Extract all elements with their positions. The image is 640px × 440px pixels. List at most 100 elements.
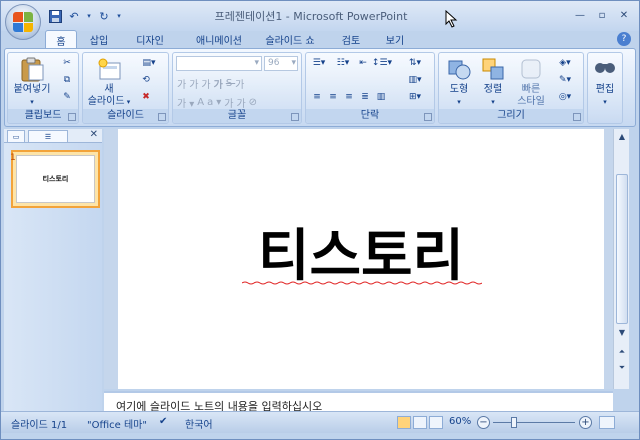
slide-sorter-icon[interactable]	[413, 416, 427, 429]
scroll-thumb[interactable]	[616, 174, 628, 324]
align-right-icon[interactable]: ≡	[342, 91, 356, 103]
format-painter-icon[interactable]: ✎	[60, 91, 74, 103]
shapes-button[interactable]: 도형 ▾	[443, 56, 475, 108]
layout-icon[interactable]: ▤▾	[139, 57, 159, 69]
clear-format-icon[interactable]: 가	[201, 76, 213, 91]
tab-review[interactable]: 검토	[333, 30, 369, 49]
office-button[interactable]	[5, 4, 41, 40]
help-icon[interactable]: ?	[617, 32, 631, 46]
zoom-in-icon[interactable]: +	[579, 416, 592, 429]
char-spacing-icon[interactable]: 가	[235, 76, 247, 91]
quick-styles-button[interactable]: 빠른 스타일	[511, 56, 551, 108]
smartart-icon[interactable]: ⊞▾	[406, 91, 424, 103]
next-slide-icon[interactable]: ⏷	[615, 361, 629, 375]
shape-outline-icon[interactable]: ✎▾	[555, 74, 575, 86]
bold-icon[interactable]: 가	[214, 76, 226, 91]
language[interactable]: 한국어	[185, 416, 213, 431]
tab-home[interactable]: 홈	[45, 30, 77, 49]
group-label-paragraph: 단락	[306, 109, 434, 123]
align-center-icon[interactable]: ≡	[326, 91, 340, 103]
zoom-slider-thumb[interactable]	[511, 417, 517, 428]
grow-font-icon[interactable]: 가	[177, 76, 189, 91]
font-launcher-icon[interactable]	[291, 113, 299, 121]
customize-qat-icon[interactable]: ▾	[115, 8, 123, 24]
pane-close-icon[interactable]: ✕	[90, 129, 98, 140]
editing-button[interactable]: 편집 ▾	[590, 56, 620, 108]
outline-tab-icon[interactable]: ☰	[28, 130, 68, 143]
undo-dropdown-icon[interactable]: ▾	[85, 8, 93, 24]
shape-fill-icon[interactable]: ◈▾	[555, 57, 575, 69]
tab-slideshow[interactable]: 슬라이드 쇼	[257, 30, 323, 49]
text-direction-icon[interactable]: ⇅▾	[406, 57, 424, 69]
redo-icon[interactable]: ↻	[96, 8, 112, 24]
group-label-slides: 슬라이드	[83, 109, 168, 123]
theme-name[interactable]: "Office 테마"	[87, 416, 147, 431]
slides-pane-tabs: ▭ ☰ ✕	[4, 129, 102, 143]
copy-icon[interactable]: ⧉	[60, 74, 74, 86]
scroll-down-icon[interactable]: ▼	[615, 325, 629, 339]
font-name-dropdown-icon[interactable]: ▾	[254, 57, 261, 70]
strike-icon[interactable]: S	[226, 78, 235, 89]
arrange-icon	[480, 56, 506, 82]
new-slide-dropdown-icon[interactable]: ▾	[125, 98, 131, 106]
editing-dropdown-icon[interactable]: ▾	[590, 96, 620, 108]
undo-icon[interactable]: ↶	[66, 8, 82, 24]
font-size-combo[interactable]: 96 ▾	[264, 56, 298, 71]
slide-thumbnail[interactable]: 티스토리	[11, 150, 100, 208]
slides-tab-icon[interactable]: ▭	[7, 130, 25, 143]
previous-slide-icon[interactable]: ⏶	[615, 345, 629, 359]
numbering-icon[interactable]: ☷▾	[334, 57, 352, 69]
reset-icon[interactable]: ⟲	[139, 74, 153, 86]
shrink-font-icon[interactable]: 가	[189, 76, 201, 91]
arrange-button[interactable]: 정렬 ▾	[477, 56, 509, 108]
line-spacing-icon[interactable]: ↕☰▾	[370, 57, 394, 69]
vertical-scrollbar[interactable]: ▲ ▼ ⏶ ⏷	[613, 129, 629, 389]
font-color-icon[interactable]: 가▾	[177, 95, 197, 110]
shrink-font-2-icon[interactable]: 가	[236, 95, 248, 110]
clipboard-launcher-icon[interactable]	[68, 113, 76, 121]
minimize-icon[interactable]: —	[569, 7, 591, 23]
tab-insert[interactable]: 삽입	[83, 30, 115, 49]
paste-button[interactable]: 붙여넣기 ▾	[11, 56, 53, 108]
shapes-dropdown-icon[interactable]: ▾	[443, 96, 475, 108]
arrange-dropdown-icon[interactable]: ▾	[477, 96, 509, 108]
delete-slide-icon[interactable]: ✖	[139, 91, 153, 103]
paragraph-launcher-icon[interactable]	[424, 113, 432, 121]
maximize-icon[interactable]: ▫	[591, 7, 613, 23]
tab-animation[interactable]: 애니메이션	[183, 30, 255, 49]
fit-to-window-icon[interactable]	[599, 416, 615, 429]
cut-icon[interactable]: ✂	[60, 57, 74, 69]
zoom-out-icon[interactable]: −	[477, 416, 490, 429]
zoom-level[interactable]: 60%	[449, 416, 471, 427]
group-clipboard: 붙여넣기 ▾ ✂ ⧉ ✎ 클립보드	[7, 52, 79, 124]
tab-design[interactable]: 디자인	[125, 30, 175, 49]
save-icon[interactable]	[47, 8, 63, 24]
align-left-icon[interactable]: ≡	[310, 91, 324, 103]
drawing-launcher-icon[interactable]	[573, 113, 581, 121]
decrease-indent-icon[interactable]: ⇤	[356, 57, 370, 69]
spellcheck-icon[interactable]: ✔	[159, 416, 167, 427]
bullets-icon[interactable]: ☰▾	[310, 57, 328, 69]
columns-icon[interactable]: ▥	[374, 91, 388, 103]
slides-launcher-icon[interactable]	[158, 113, 166, 121]
shape-effects-icon[interactable]: ◎▾	[555, 91, 575, 103]
normal-view-icon[interactable]	[397, 416, 411, 429]
notes-pane[interactable]: 여기에 슬라이드 노트의 내용을 입력하십시오	[104, 391, 613, 413]
close-icon[interactable]: ✕	[613, 7, 635, 23]
slideshow-view-icon[interactable]	[429, 416, 443, 429]
justify-icon[interactable]: ≣	[358, 91, 372, 103]
align-text-icon[interactable]: ▥▾	[406, 74, 424, 86]
paste-dropdown-icon[interactable]: ▾	[11, 96, 53, 108]
shapes-label: 도형	[449, 84, 469, 95]
font-name-combo[interactable]: ▾	[176, 56, 262, 71]
new-slide-button[interactable]: 새 슬라이드 ▾	[87, 56, 131, 108]
font-style-buttons: 가 가 가 가 S 가	[177, 76, 299, 91]
font-size-dropdown-icon[interactable]: ▾	[291, 57, 297, 70]
clear-format-2-icon[interactable]: ⊘	[249, 97, 260, 108]
scroll-up-icon[interactable]: ▲	[615, 129, 629, 143]
grow-font-2-icon[interactable]: 가	[224, 95, 236, 110]
zoom-slider[interactable]	[493, 422, 575, 423]
tab-view[interactable]: 보기	[377, 30, 413, 49]
slide-canvas[interactable]: 티스토리	[118, 129, 604, 389]
change-case-icon[interactable]: Aa▾	[197, 97, 224, 108]
